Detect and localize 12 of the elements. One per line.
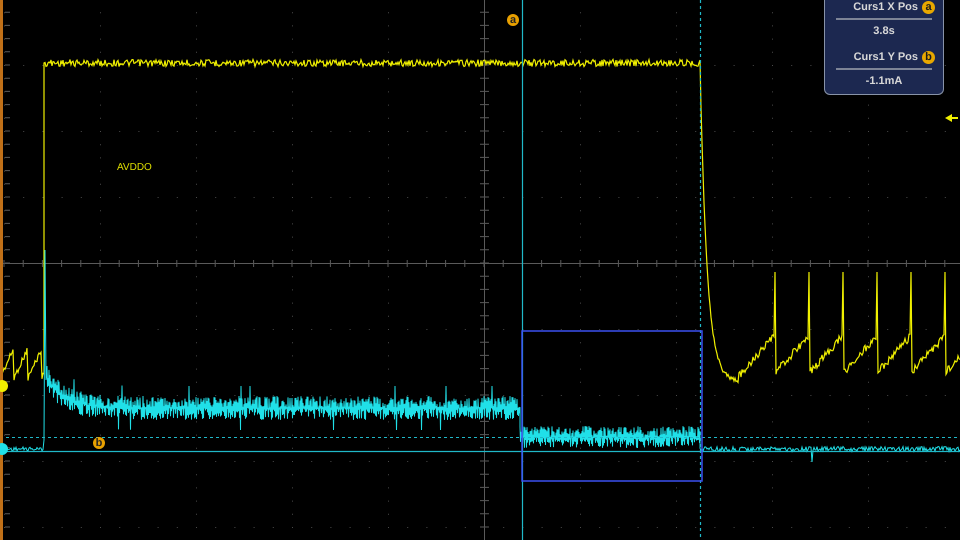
cursor-marker: a bbox=[507, 14, 519, 26]
channel-marker-icon[interactable] bbox=[0, 443, 8, 455]
readout-label: Curs1 X Pos bbox=[853, 0, 918, 14]
cursor-marker: b bbox=[93, 437, 105, 449]
readout-value: 3.8s bbox=[872, 24, 896, 38]
readout-label: Curs1 Y Pos bbox=[854, 50, 918, 64]
channel-label: AVDDO bbox=[117, 162, 152, 173]
cursor-marker: a bbox=[922, 0, 935, 14]
trigger-arrow-icon[interactable] bbox=[945, 114, 958, 122]
readout-value: -1.1mA bbox=[864, 74, 904, 88]
channel-marker-icon[interactable] bbox=[0, 380, 8, 392]
cursor-marker: b bbox=[922, 50, 935, 64]
